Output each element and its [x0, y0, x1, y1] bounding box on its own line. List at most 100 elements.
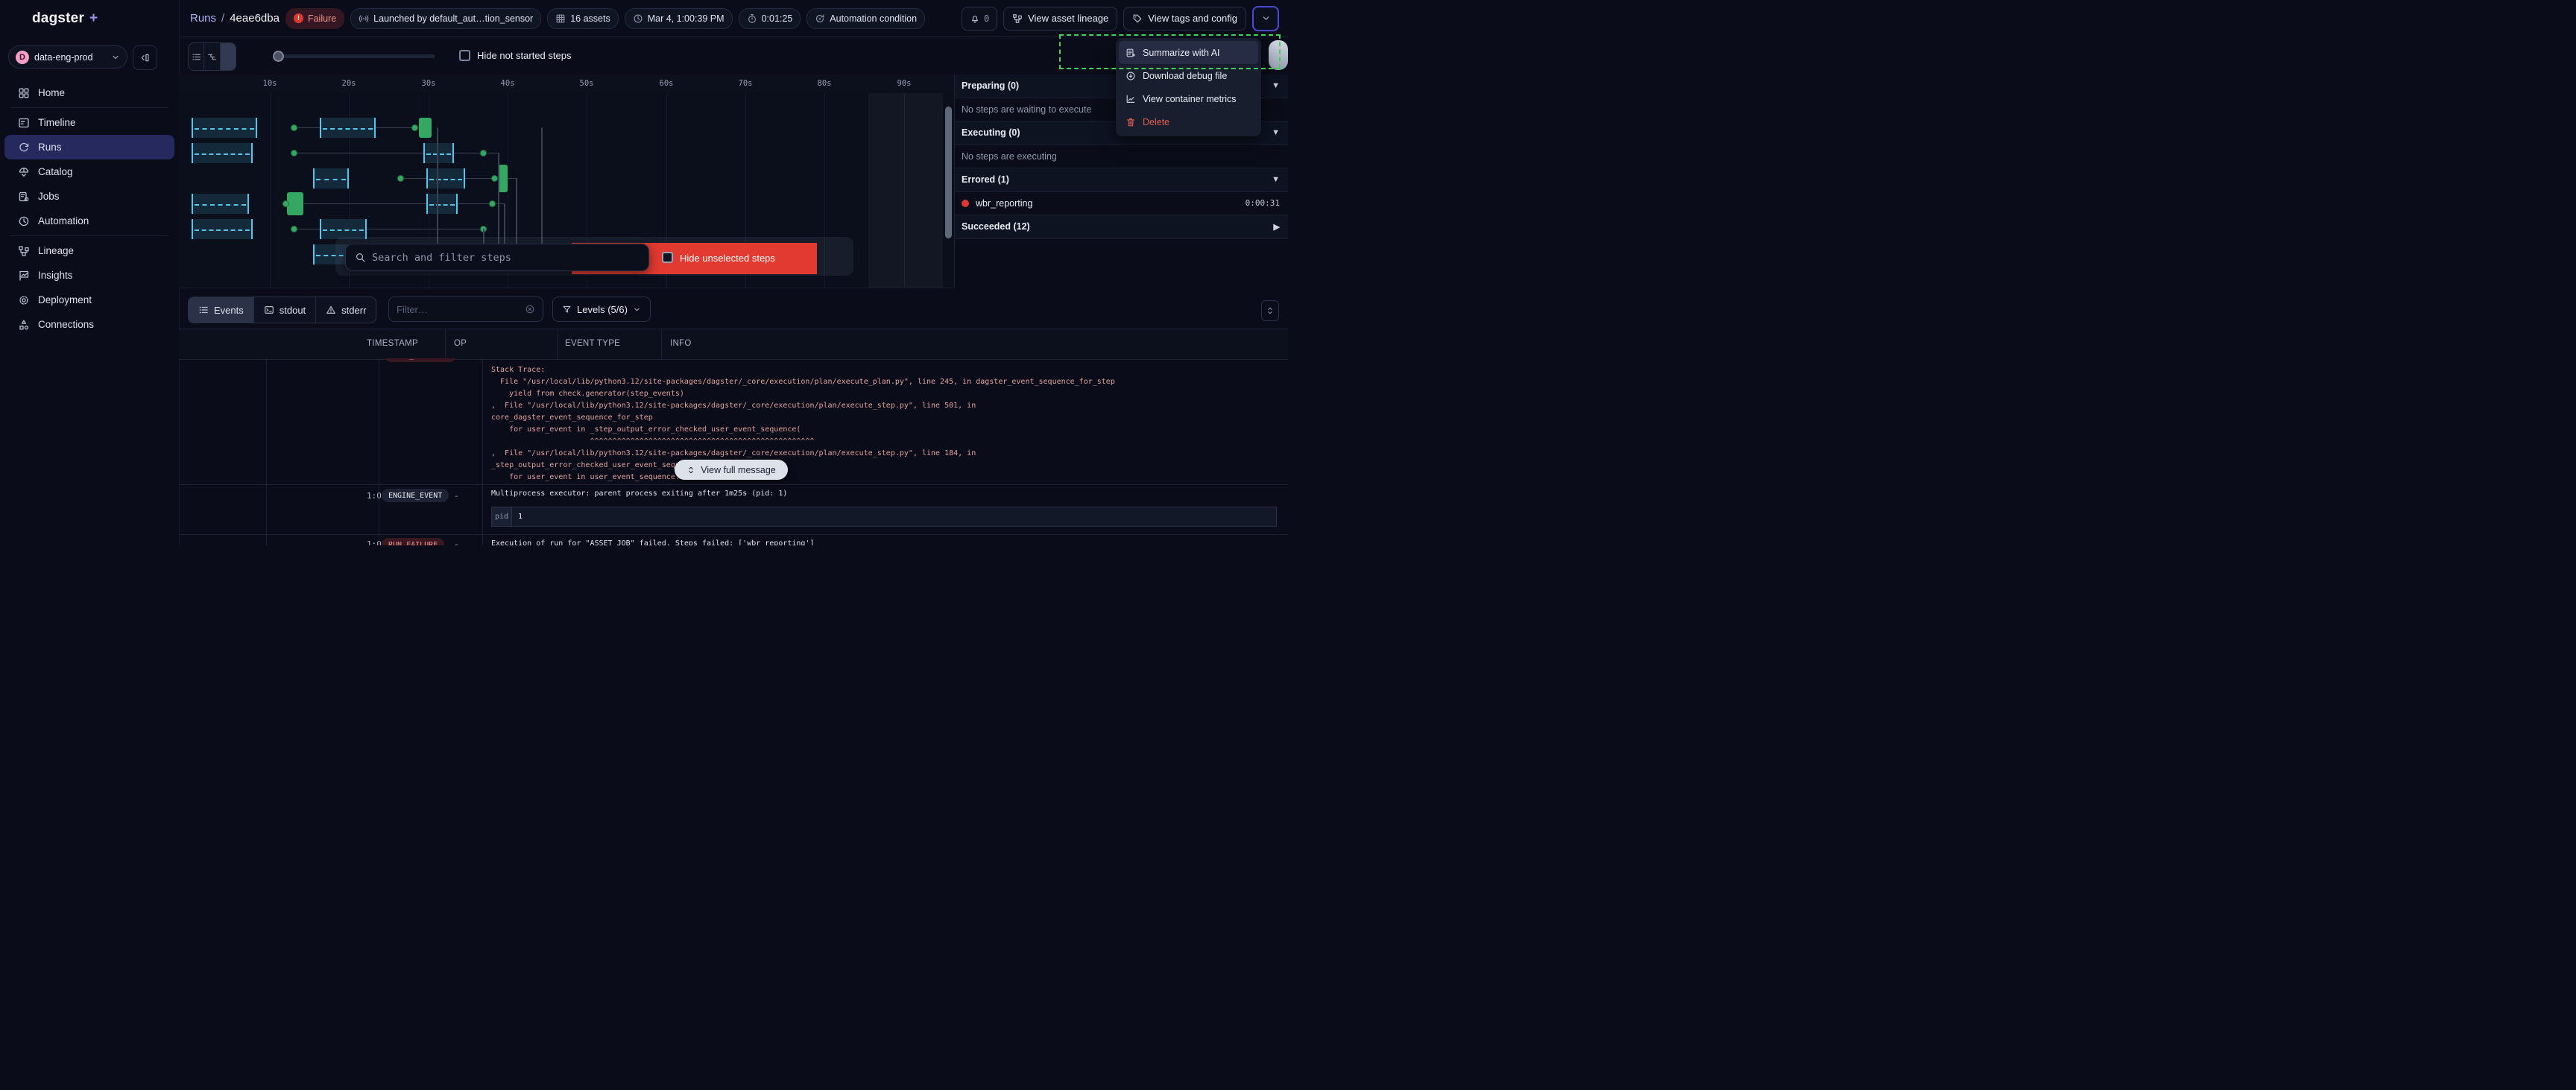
status-section-header[interactable]: Succeeded (12) ▶ [955, 215, 1288, 239]
breadcrumb-separator: / [221, 12, 224, 25]
brand-name: dagster [32, 10, 84, 27]
gantt-zoom-slider[interactable] [274, 54, 435, 58]
timeline-icon [18, 117, 30, 129]
tag-icon [1132, 13, 1143, 24]
sidebar-item-jobs[interactable]: Jobs [4, 184, 174, 209]
waterfall-icon [207, 52, 217, 62]
clear-filter-icon[interactable] [525, 304, 535, 314]
sidebar-item-home[interactable]: Home [4, 80, 174, 105]
notifications-button[interactable]: 0 [962, 7, 997, 31]
header-buttons: View asset lineage View tags and config [1003, 7, 1246, 31]
view-full-message-button[interactable]: View full message [675, 460, 788, 480]
run-actions-menu-button[interactable] [1252, 6, 1279, 31]
brand[interactable]: dagster + [10, 9, 98, 28]
view-full-message-label: View full message [701, 465, 776, 475]
menu-item-label: Download debug file [1143, 71, 1227, 81]
pill-label: 16 assets [570, 13, 610, 24]
tab-events[interactable]: Events [189, 297, 254, 323]
pill-label: Launched by default_aut…tion_sensor [373, 13, 533, 24]
log-tabs: Eventsstdoutstderr [188, 297, 376, 323]
gantt-time-axis: 10s20s30s40s50s60s70s80s90s [179, 75, 954, 94]
clock-icon [633, 13, 643, 24]
breadcrumb-runs-link[interactable]: Runs [190, 12, 216, 25]
tab-stdout[interactable]: stdout [254, 297, 316, 323]
axis-tick: 10s [263, 79, 277, 88]
sidebar-item-label: Connections [38, 319, 94, 330]
hide-unselected-checkbox[interactable] [662, 252, 673, 263]
log-row-engine-event[interactable]: 1:02:05.523 PM - ENGINE_EVENT Multiproce… [179, 484, 1288, 535]
gantt-scrollbar[interactable] [945, 107, 952, 238]
levels-label: Levels (5/6) [577, 304, 628, 315]
sidebar-item-automation[interactable]: Automation [4, 209, 174, 233]
flat-view-button[interactable] [189, 43, 204, 70]
axis-tick: 70s [739, 79, 753, 88]
failure-icon: ! [294, 13, 303, 23]
event-type-badge: ENGINE_EVENT [382, 489, 449, 502]
collapse-sidebar-button[interactable] [133, 45, 157, 70]
sidebar-item-lineage[interactable]: Lineage [4, 238, 174, 263]
step-duration: 0:00:31 [1246, 198, 1280, 208]
empty-state-text: No steps are waiting to execute [962, 104, 1091, 115]
trash-icon [1126, 117, 1136, 127]
status-section-header[interactable]: Errored (1)▼ [955, 168, 1288, 192]
deployment-icon [18, 294, 30, 306]
gantt-highlight-column [868, 93, 943, 288]
sidebar-item-catalog[interactable]: Catalog [4, 159, 174, 184]
errored-status-dot [962, 200, 969, 207]
tab-stderr[interactable]: stderr [316, 297, 376, 323]
row-op: - [454, 491, 459, 501]
sidebar-item-insights[interactable]: Insights [4, 263, 174, 288]
waterfall-view-button[interactable] [204, 43, 220, 70]
pill-label: 0:01:25 [762, 13, 793, 24]
hide-not-started-label: Hide not started steps [477, 50, 571, 61]
axis-tick: 20s [342, 79, 356, 88]
log-filter-placeholder: Filter… [397, 304, 519, 315]
step-search-input[interactable]: Search and filter steps [345, 244, 649, 271]
sidebar-item-timeline[interactable]: Timeline [4, 110, 174, 135]
menu-item-label: Delete [1143, 117, 1169, 127]
menu-item-view-container-metrics[interactable]: View container metrics [1119, 87, 1258, 110]
col-op: OP [454, 339, 467, 348]
lineage-icon [1012, 13, 1023, 24]
log-filter-input[interactable]: Filter… [388, 297, 543, 322]
hide-not-started-checkbox[interactable] [459, 50, 470, 61]
status-label: Failure [308, 13, 336, 24]
caret-down-icon: ▼ [1272, 175, 1280, 184]
sidebar-item-deployment[interactable]: Deployment [4, 288, 174, 312]
top-bar-actions: 0 View asset lineage View tags and config [962, 6, 1279, 31]
log-row-run-failure[interactable]: 1:02:05.596 PM - RUN_FAILURE Execution o… [179, 534, 1288, 545]
view-asset-lineage-button[interactable]: View asset lineage [1003, 7, 1117, 31]
workspace-switcher[interactable]: D data-eng-prod [8, 45, 127, 69]
step-name: wbr_reporting [976, 198, 1032, 209]
axis-tick: 40s [501, 79, 515, 88]
metrics-icon [1126, 94, 1136, 104]
chevron-down-icon [1261, 13, 1271, 23]
sidebar-item-connections[interactable]: Connections [4, 312, 174, 337]
button-label: View asset lineage [1028, 13, 1108, 24]
duration-view-button[interactable] [221, 43, 236, 70]
condition-icon [815, 13, 825, 24]
status-badge: ! Failure [285, 8, 344, 29]
gantt-zoom-slider-thumb[interactable] [273, 51, 284, 62]
sensor-icon [359, 13, 369, 24]
col-info: INFO [670, 339, 692, 348]
section-title: Succeeded (12) [962, 221, 1030, 232]
sidebar-item-runs[interactable]: Runs [4, 135, 174, 159]
row-info: Multiprocess executor: parent process ex… [491, 489, 787, 498]
levels-dropdown[interactable]: Levels (5/6) [552, 297, 651, 322]
section-title: Executing (0) [962, 127, 1020, 138]
view-tags-and-config-button[interactable]: View tags and config [1123, 7, 1246, 31]
expand-log-button[interactable] [1261, 300, 1279, 321]
download-icon [1126, 71, 1136, 81]
caret-right-icon: ▶ [1274, 222, 1280, 232]
chevron-down-icon [111, 53, 120, 62]
menu-item-label: View container metrics [1143, 94, 1237, 104]
annotation-target-box [1059, 34, 1281, 69]
stack-trace: Stack Trace: File "/usr/local/lib/python… [491, 364, 1115, 485]
expand-vertical-icon [686, 466, 695, 475]
menu-item-delete[interactable]: Delete [1119, 110, 1258, 133]
errored-step-row[interactable]: wbr_reporting 0:00:31 [955, 192, 1288, 216]
sidebar-item-label: Automation [38, 215, 89, 226]
chevron-down-icon [633, 305, 641, 314]
axis-tick: 80s [818, 79, 832, 88]
